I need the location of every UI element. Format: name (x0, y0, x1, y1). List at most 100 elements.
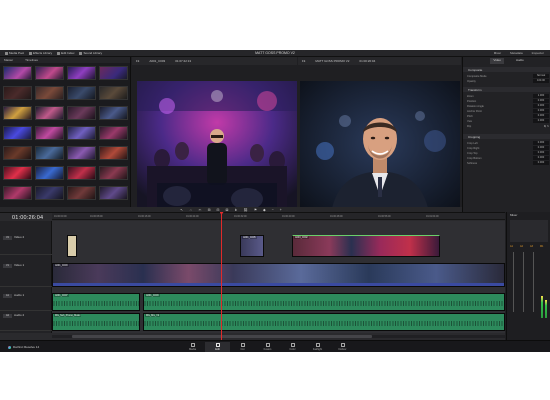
clip-thumbnail[interactable] (99, 186, 128, 200)
clip-thumbnail[interactable] (67, 66, 96, 80)
inspector-tab-video[interactable]: Video (490, 58, 504, 64)
clip-thumbnail[interactable] (99, 86, 128, 100)
clip-thumbnail[interactable] (35, 166, 64, 180)
clip-thumbnail[interactable] (35, 86, 64, 100)
clip-thumbnail[interactable] (67, 86, 96, 100)
effects-library-toggle[interactable]: Effects Library (29, 51, 52, 55)
clip-thumbnail[interactable] (35, 106, 64, 120)
clip-thumbnail[interactable] (3, 126, 32, 140)
audio-clip[interactable]: MG_Sub_Promo_Music (52, 313, 140, 331)
track-header-video-2[interactable]: V2 Video 2 (0, 235, 52, 255)
video-clip[interactable]: A003_C002 (292, 235, 440, 257)
crop-top-field[interactable]: 0.000 (533, 151, 549, 155)
clip-thumbnail[interactable] (99, 106, 128, 120)
inspector-toggle[interactable]: Inspector (532, 51, 544, 55)
sound-library-toggle[interactable]: Sound Library (79, 51, 102, 55)
clip-thumbnail[interactable] (99, 166, 128, 180)
timeline-scroll-thumb[interactable] (72, 335, 372, 338)
link-icon[interactable]: ⛓ (243, 208, 247, 212)
track-header-audio-2[interactable]: A2 Audio 2 (0, 313, 52, 331)
clip-thumbnail[interactable] (3, 86, 32, 100)
clip-thumbnail[interactable] (3, 66, 32, 80)
timeline-viewer-timecode[interactable]: 01:00:26:04 (359, 59, 375, 63)
timeline-track-area[interactable]: A001_C005 A003_C002 A001_C003 A001_C007 … (52, 221, 505, 333)
channel-fader[interactable] (523, 252, 524, 312)
edit-index-toggle[interactable]: Edit Index (57, 51, 74, 55)
clip-thumbnail[interactable] (67, 126, 96, 140)
composite-mode-select[interactable]: Normal (533, 74, 549, 78)
clip-thumbnail[interactable] (3, 106, 32, 120)
clip-thumbnail[interactable] (3, 186, 32, 200)
crop-right-field[interactable]: 0.000 (533, 146, 549, 150)
clip-thumbnail[interactable] (99, 66, 128, 80)
marker-icon[interactable]: ◆ (263, 208, 266, 212)
blade-tool-icon[interactable]: ✂ (199, 208, 202, 212)
softness-field[interactable]: 0.000 (533, 161, 549, 165)
timeline-ruler[interactable]: 01:00:00:00 01:00:08:00 01:00:16:00 01:0… (52, 213, 505, 220)
page-tab-media[interactable]: Media (180, 342, 205, 352)
zoom-field[interactable]: 1.000 (533, 94, 549, 98)
clip-thumbnail[interactable] (67, 146, 96, 160)
clip-thumbnail[interactable] (99, 126, 128, 140)
anchor-field[interactable]: 0.000 (533, 109, 549, 113)
audio-clip[interactable]: A001_C003 (143, 293, 505, 311)
replace-clip-icon[interactable]: ⊠ (225, 208, 228, 212)
audio-clip[interactable]: MG_Mix_V2 (143, 313, 505, 331)
clip-thumbnail[interactable] (67, 166, 96, 180)
timeline-scrollbar[interactable] (52, 335, 505, 338)
video-clip[interactable] (67, 235, 77, 257)
bin-label[interactable]: Master (4, 58, 13, 62)
media-pool-toggle[interactable]: Media Pool (5, 51, 24, 55)
selection-tool-icon[interactable]: ↖ (180, 208, 183, 212)
clip-thumbnail[interactable] (67, 106, 96, 120)
filter-label[interactable]: Timelines (25, 58, 38, 62)
mixer-toggle[interactable]: Mixer (494, 51, 501, 55)
clip-thumbnail[interactable] (35, 126, 64, 140)
snapping-icon[interactable]: ⋔ (234, 208, 237, 212)
source-timecode[interactable]: 01:07:42:13 (175, 59, 191, 63)
channel-fader[interactable] (533, 252, 534, 312)
timeline-zoom-fit[interactable]: Fit (302, 59, 305, 63)
page-tab-deliver[interactable]: Deliver (330, 342, 355, 352)
audio-clip[interactable]: A001_C007 (52, 293, 140, 311)
source-zoom-fit[interactable]: Fit (136, 59, 139, 63)
flip-icons[interactable]: ⇆ ⇅ (544, 125, 549, 128)
zoom-out-icon[interactable]: − (272, 208, 274, 212)
clip-thumbnail[interactable] (3, 146, 32, 160)
inspector-tab-audio[interactable]: Audio (516, 58, 524, 64)
crop-bottom-field[interactable]: 0.000 (533, 156, 549, 160)
clip-thumbnail[interactable] (3, 166, 32, 180)
timeline-viewer-image[interactable] (300, 81, 460, 219)
channel-fader[interactable] (513, 252, 514, 312)
transform-section-header[interactable]: Transform (463, 87, 550, 92)
track-header-video-1[interactable]: V1 Video 1 (0, 263, 52, 287)
yaw-field[interactable]: 0.000 (533, 119, 549, 123)
flag-icon[interactable]: ⚑ (254, 208, 257, 212)
video-clip[interactable]: A001_C003 (52, 263, 505, 287)
metadata-toggle[interactable]: Metadata (510, 51, 523, 55)
cropping-section-header[interactable]: Cropping (463, 134, 550, 139)
page-tab-fairlight[interactable]: Fairlight (305, 342, 330, 352)
source-viewer-image[interactable] (137, 81, 297, 219)
clip-thumbnail[interactable] (35, 186, 64, 200)
page-tab-edit[interactable]: Edit (205, 342, 230, 352)
video-clip[interactable]: A001_C005 (240, 235, 264, 257)
rotation-field[interactable]: 0.000 (533, 104, 549, 108)
overwrite-clip-icon[interactable]: ⊟ (217, 208, 220, 212)
pitch-field[interactable]: 0.000 (533, 114, 549, 118)
playhead[interactable] (221, 212, 222, 340)
position-field[interactable]: 0.000 (533, 99, 549, 103)
track-header-audio-1[interactable]: A1 Audio 1 (0, 293, 52, 311)
composite-section-header[interactable]: Composite (463, 67, 550, 72)
clip-thumbnail[interactable] (35, 146, 64, 160)
clip-thumbnail[interactable] (99, 146, 128, 160)
insert-clip-icon[interactable]: ⊞ (208, 208, 211, 212)
trim-tool-icon[interactable]: ⇔ (189, 208, 193, 212)
crop-left-field[interactable]: 0.000 (533, 141, 549, 145)
clip-thumbnail[interactable] (35, 66, 64, 80)
zoom-in-icon[interactable]: + (280, 208, 282, 212)
page-tab-cut[interactable]: Cut (230, 342, 255, 352)
opacity-field[interactable]: 100.00 (533, 79, 549, 83)
page-tab-color[interactable]: Color (280, 342, 305, 352)
clip-thumbnail[interactable] (67, 186, 96, 200)
